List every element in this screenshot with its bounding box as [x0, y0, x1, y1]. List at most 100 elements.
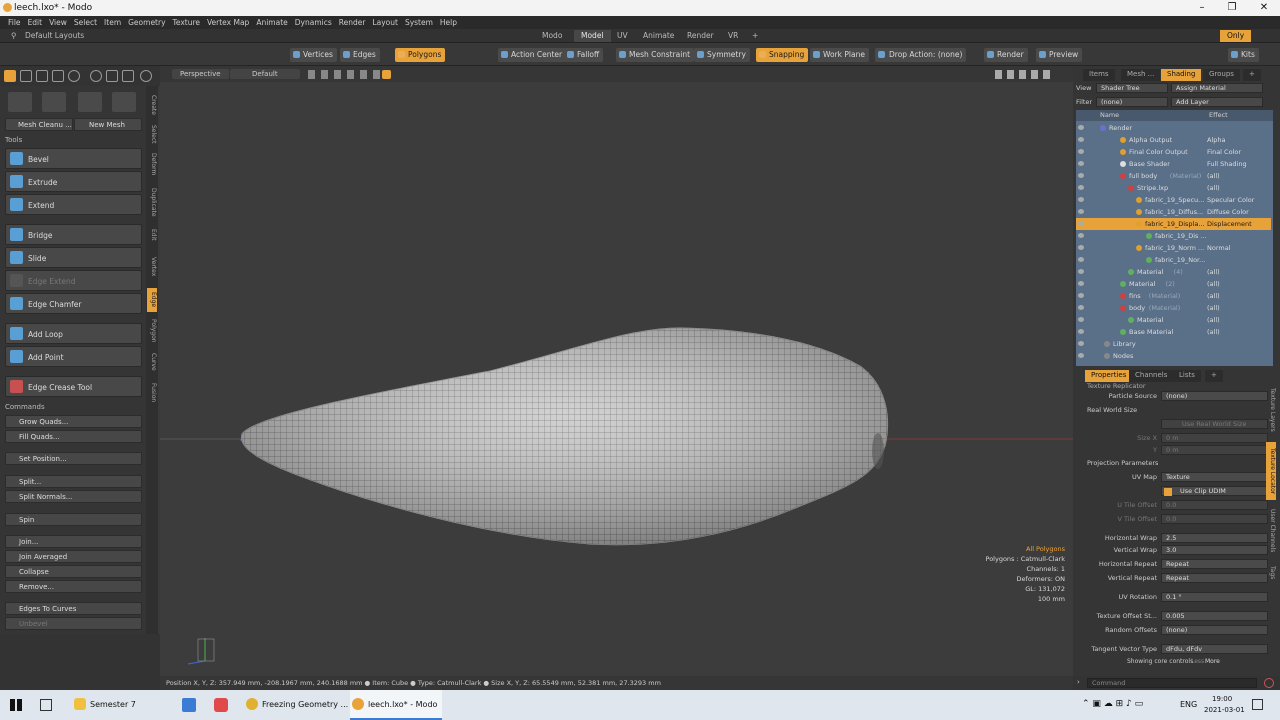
- more-link[interactable]: More: [1205, 658, 1220, 665]
- vtab-duplicate[interactable]: Duplicate: [147, 184, 157, 220]
- tab-uv[interactable]: UV: [610, 30, 635, 42]
- visibility-eye-icon[interactable]: [1078, 257, 1084, 262]
- layer-effect[interactable]: (all): [1207, 290, 1263, 302]
- navigation-icons[interactable]: [995, 70, 1055, 79]
- set-position-button[interactable]: Set Position...: [5, 452, 142, 465]
- drop-action-dropdown[interactable]: Drop Action: (none): [875, 48, 967, 62]
- tray-icons[interactable]: ⌃ ▣ ☁ ⊞ ♪ ▭: [1082, 699, 1143, 709]
- remove-button[interactable]: Remove...: [5, 580, 142, 593]
- move-tool-icon[interactable]: [20, 70, 32, 82]
- add-tab-button[interactable]: +: [745, 30, 765, 42]
- shader-tree-row[interactable]: Material (2) (all): [1076, 278, 1271, 290]
- transform-tool-icon[interactable]: [68, 70, 80, 82]
- menu-vertex-map[interactable]: Vertex Map: [205, 16, 254, 29]
- mesh-constraint-button[interactable]: Mesh Constraint: [616, 48, 695, 62]
- tab-lists[interactable]: Lists: [1173, 370, 1201, 382]
- tab-groups[interactable]: Groups: [1203, 69, 1240, 81]
- random-offsets-dropdown[interactable]: (none): [1161, 625, 1268, 635]
- visibility-eye-icon[interactable]: [1078, 233, 1084, 238]
- particle-source-dropdown[interactable]: (none): [1161, 391, 1268, 401]
- add-layer-button[interactable]: Add Layer: [1171, 97, 1263, 107]
- shader-tree-row[interactable]: full body (Material) (all): [1076, 170, 1271, 182]
- curve-icon[interactable]: [112, 92, 136, 112]
- visibility-eye-icon[interactable]: [1078, 197, 1084, 202]
- menu-file[interactable]: File: [6, 16, 26, 29]
- hrep-dropdown[interactable]: Repeat: [1161, 559, 1268, 569]
- visibility-eye-icon[interactable]: [1078, 305, 1084, 310]
- select-tool-icon[interactable]: [4, 70, 16, 82]
- vtab-user-channels[interactable]: User Channels: [1266, 504, 1276, 558]
- join-averaged-button[interactable]: Join Averaged: [5, 550, 142, 563]
- use-clip-checkbox[interactable]: Use Clip UDIM: [1161, 486, 1268, 496]
- visibility-eye-icon[interactable]: [1078, 353, 1084, 358]
- menu-view[interactable]: View: [47, 16, 72, 29]
- layer-effect[interactable]: (all): [1207, 326, 1263, 338]
- assign-material-button[interactable]: Assign Material: [1171, 83, 1263, 93]
- vrep-dropdown[interactable]: Repeat: [1161, 573, 1268, 583]
- add-loop-button[interactable]: Add Loop: [5, 323, 142, 344]
- visibility-eye-icon[interactable]: [1078, 329, 1084, 334]
- language-indicator[interactable]: ENG: [1180, 700, 1197, 709]
- scale-tool-icon[interactable]: [52, 70, 64, 82]
- windows-start-icon[interactable]: [10, 699, 22, 711]
- only-toggle[interactable]: Only: [1220, 30, 1252, 42]
- edge-crease-tool-button[interactable]: Edge Crease Tool: [5, 376, 142, 397]
- layer-effect[interactable]: Alpha: [1207, 134, 1263, 146]
- shader-tree-row[interactable]: fabric_19_Norm ... Normal: [1076, 242, 1271, 254]
- layer-effect[interactable]: (all): [1207, 278, 1263, 290]
- primitive-icon[interactable]: [8, 92, 32, 112]
- visibility-eye-icon[interactable]: [1078, 341, 1084, 346]
- shader-tree-row[interactable]: fabric_19_Nor...: [1076, 254, 1271, 266]
- tangent-dropdown[interactable]: dFdu, dFdv: [1161, 644, 1268, 654]
- shader-tree-row[interactable]: body (Material) (all): [1076, 302, 1271, 314]
- menu-texture[interactable]: Texture: [171, 16, 205, 29]
- shader-tree-row[interactable]: fins (Material) (all): [1076, 290, 1271, 302]
- extrude-button[interactable]: Extrude: [5, 171, 142, 192]
- vtab-vertex[interactable]: Vertex: [147, 254, 157, 280]
- vtab-polygon[interactable]: Polygon: [147, 316, 157, 346]
- vtab-deform[interactable]: Deform: [147, 150, 157, 178]
- tab-channels[interactable]: Channels: [1129, 370, 1174, 382]
- menu-edit[interactable]: Edit: [26, 16, 48, 29]
- less-link[interactable]: Less: [1191, 658, 1204, 665]
- add-panel-tab[interactable]: +: [1243, 69, 1261, 81]
- visibility-eye-icon[interactable]: [1078, 161, 1084, 166]
- vtab-select[interactable]: Select: [147, 122, 157, 146]
- visibility-eye-icon[interactable]: [1078, 137, 1084, 142]
- sphere-icon[interactable]: [78, 92, 102, 112]
- shader-tree-row[interactable]: Nodes: [1076, 350, 1271, 362]
- split-button[interactable]: Split...: [5, 475, 142, 488]
- edges-to-curves-button[interactable]: Edges To Curves: [5, 602, 142, 615]
- refresh-icon[interactable]: [140, 70, 152, 82]
- vtab-create[interactable]: Create: [147, 92, 157, 118]
- element-move-icon[interactable]: [90, 70, 102, 82]
- visibility-eye-icon[interactable]: [1078, 293, 1084, 298]
- tab-properties[interactable]: Properties: [1085, 370, 1133, 382]
- calendar-icon[interactable]: [182, 698, 196, 712]
- tab-render[interactable]: Render: [680, 30, 721, 42]
- visibility-eye-icon[interactable]: [1078, 185, 1084, 190]
- symmetry-button[interactable]: Symmetry: [694, 48, 750, 62]
- menu-dynamics[interactable]: Dynamics: [293, 16, 337, 29]
- tab-mesh[interactable]: Mesh ...: [1121, 69, 1161, 81]
- layer-effect[interactable]: (all): [1207, 314, 1263, 326]
- preview-button[interactable]: Preview: [1036, 48, 1083, 62]
- shader-tree-row[interactable]: Base Shader Full Shading: [1076, 158, 1271, 170]
- v-tile-field[interactable]: 0.0: [1161, 514, 1268, 524]
- layer-effect[interactable]: Displacement: [1207, 218, 1263, 230]
- filter-dropdown[interactable]: (none): [1096, 97, 1168, 107]
- shader-tree-row[interactable]: fabric_19_Specu... Specular Color: [1076, 194, 1271, 206]
- rotate-tool-icon[interactable]: [36, 70, 48, 82]
- visibility-eye-icon[interactable]: [1078, 245, 1084, 250]
- tab-items[interactable]: Items: [1083, 69, 1115, 81]
- command-input[interactable]: Command: [1087, 678, 1257, 688]
- collapse-button[interactable]: Collapse: [5, 565, 142, 578]
- shader-tree-row[interactable]: Base Material (all): [1076, 326, 1271, 338]
- join-button[interactable]: Join...: [5, 535, 142, 548]
- vtab-edit[interactable]: Edit: [147, 226, 157, 244]
- size-x-field[interactable]: 0 m: [1161, 433, 1268, 443]
- camera-icon[interactable]: [122, 70, 134, 82]
- tab-animate[interactable]: Animate: [636, 30, 681, 42]
- layer-effect[interactable]: (all): [1207, 266, 1263, 278]
- grow-quads-button[interactable]: Grow Quads...: [5, 415, 142, 428]
